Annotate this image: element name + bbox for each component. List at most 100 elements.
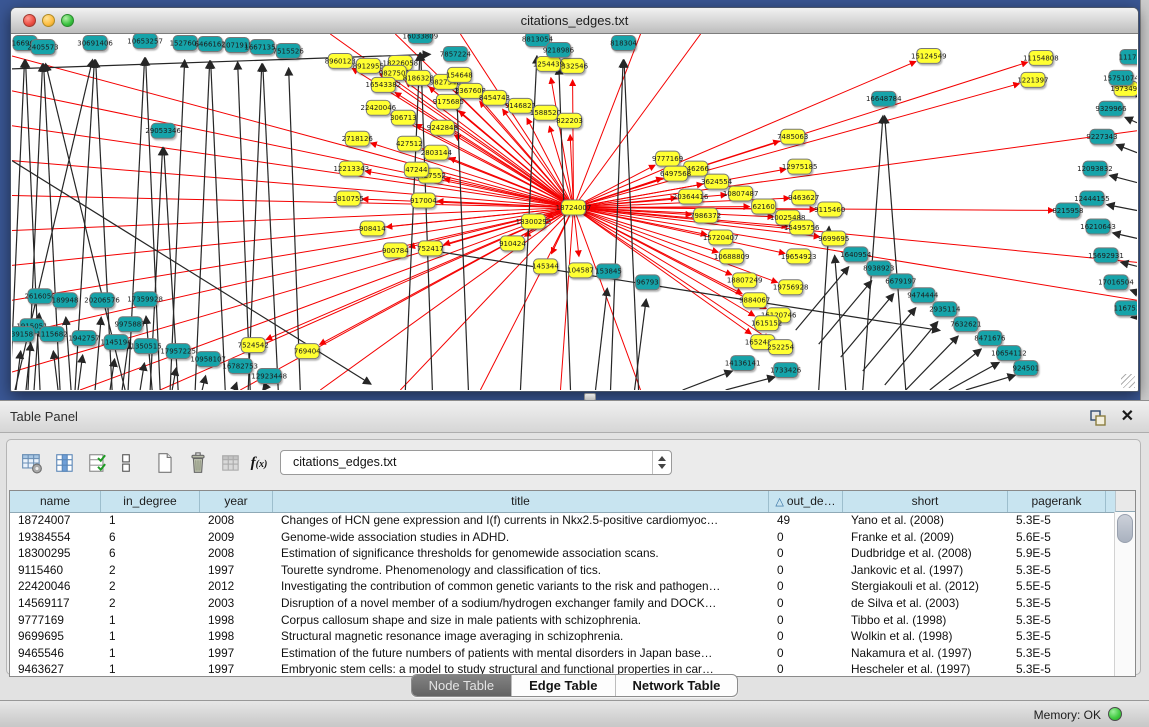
table-row[interactable]: 977716911998Corpus callosum shape and si… [10,612,1114,629]
graph-node-label: 20364416 [673,193,709,201]
graph-edge [1121,262,1137,266]
table-panel-header[interactable]: Table Panel ✕ [0,400,1149,433]
window-title: citations_edges.txt [11,8,1138,33]
graph-node-label: 15124549 [911,52,947,60]
minimize-window-button[interactable] [42,14,55,27]
graph-node-label: 1640954 [840,251,872,259]
table-vertical-scrollbar[interactable] [1114,512,1135,676]
graph-node-label: 7632621 [950,321,981,329]
graph-node-label: 189948 [52,297,79,305]
table-panel-title: Table Panel [10,401,78,432]
graph-node-label: 3624554 [701,178,733,186]
graph-node-label: 818304 [610,39,637,47]
graph-node-label: 111736 [1119,53,1137,61]
function-builder-icon[interactable]: f(x) [246,450,272,476]
table-cell: Stergiakouli et al. (2012) [843,578,1008,595]
table-row[interactable]: 1456911722003Disruption of a novel membe… [10,595,1114,612]
graph-node-label: 18724007 [556,204,592,212]
table-row[interactable]: 2242004622012Investigating the contribut… [10,578,1114,595]
table-cell: 22420046 [10,578,101,595]
column-header-year[interactable]: year [200,491,273,512]
show-columns-icon[interactable] [52,450,78,476]
float-panel-icon[interactable] [1089,409,1107,427]
graph-node-label: 427512 [396,140,423,148]
delete-table-icon[interactable] [185,450,211,476]
table-cell: de Silva et al. (2003) [843,595,1008,612]
graph-node-label: 9218986 [543,46,574,54]
table-cell: 5.3E-5 [1008,512,1106,529]
graph-edge [1107,205,1137,211]
graph-node-label: 11154808 [1023,54,1059,62]
scrollbar-thumb[interactable] [1117,514,1133,543]
table-row[interactable]: 969969511998Structural magnetic resonanc… [10,628,1114,645]
column-header-in_degree[interactable]: in_degree [101,491,200,512]
table-row[interactable]: 1938455462009Genome-wide association stu… [10,529,1114,546]
graph-edge [12,208,573,373]
graph-node-label: 104587 [567,267,594,275]
table-settings-icon[interactable] [19,450,45,476]
graph-node-label: 14136141 [725,359,761,367]
graph-edge [53,351,58,390]
graph-node-label: 116753 [1114,305,1137,313]
graph-node-label: 153845 [595,268,622,276]
graph-node-label: 769404 [294,348,321,356]
network-graph[interactable]: 1872400789601238912955182260589827503165… [12,34,1137,390]
graph-node-label: 306713 [390,114,417,122]
graph-node-label: 1973493 [1110,85,1137,93]
table-cell: 2012 [200,578,273,595]
graph-node-label: 22420046 [361,104,397,112]
import-table-icon[interactable] [218,450,244,476]
create-table-icon[interactable] [152,450,178,476]
table-cell: 1997 [200,645,273,662]
column-header-name[interactable]: name [10,491,101,512]
table-cell: 2008 [200,545,273,562]
tab-network-table[interactable]: Network Table [615,675,738,696]
desktop-scrollbar[interactable] [1140,0,1149,400]
column-header-out_de[interactable]: △out_de… [769,491,843,512]
graph-node-label: 252254 [767,344,794,352]
table-cell: 19384554 [10,529,101,546]
graph-node-label: 19654923 [781,253,817,261]
graph-node-label: 6497568 [660,170,691,178]
table-body: 1872400712008Changes of HCN gene express… [10,512,1114,676]
table-row[interactable]: 1872400712008Changes of HCN gene express… [10,512,1114,529]
table-cell: 6 [101,529,200,546]
table-cell: 0 [769,578,843,595]
graph-node-label: 1942757 [68,335,99,343]
graph-node-label: 1254439 [533,60,564,68]
column-header-pagerank[interactable]: pagerank [1008,491,1106,512]
network-table-select[interactable]: citations_edges.txt [280,450,672,475]
table-cell: 5.9E-5 [1008,545,1106,562]
column-header-short[interactable]: short [843,491,1008,512]
tab-node-table[interactable]: Node Table [412,675,512,696]
table-cell: 5.3E-5 [1008,645,1106,662]
maximize-window-button[interactable] [61,14,74,27]
graph-edge [819,226,829,390]
table-cell: 1 [101,512,200,529]
table-row[interactable]: 1830029562008Estimation of significance … [10,545,1114,562]
close-panel-icon[interactable]: ✕ [1121,406,1134,426]
close-window-button[interactable] [23,14,36,27]
window-resize-grip[interactable] [1121,374,1135,388]
table-cell: Changes of HCN gene expression and I(f) … [273,512,769,529]
table-row[interactable]: 911546021997Tourette syndrome. Phenomeno… [10,562,1114,579]
graph-edge [172,368,176,390]
table-row[interactable]: 946554611997Estimation of the future num… [10,645,1114,662]
sort-ascending-icon: △ [775,496,783,508]
graph-node-label: 2718126 [342,135,373,143]
graph-node-label: 9699695 [818,235,849,243]
row-height-icon[interactable] [113,450,139,476]
graph-node-label: 12923448 [251,372,287,380]
table-cell: 5.6E-5 [1008,529,1106,546]
window-titlebar[interactable]: citations_edges.txt [11,8,1138,34]
graph-edge [421,53,433,390]
column-header-title[interactable]: title [273,491,769,512]
graph-node-label: 9777169 [652,155,683,163]
network-graph-canvas[interactable]: 1872400789601238912955182260589827503165… [12,34,1137,390]
graph-node-label: 9975887 [115,321,146,329]
tab-edge-table[interactable]: Edge Table [511,675,614,696]
select-rows-icon[interactable] [85,450,111,476]
graph-node-label: 15751074 [1103,74,1137,82]
graph-node-label: 917004 [410,197,437,205]
graph-edge [596,288,608,390]
